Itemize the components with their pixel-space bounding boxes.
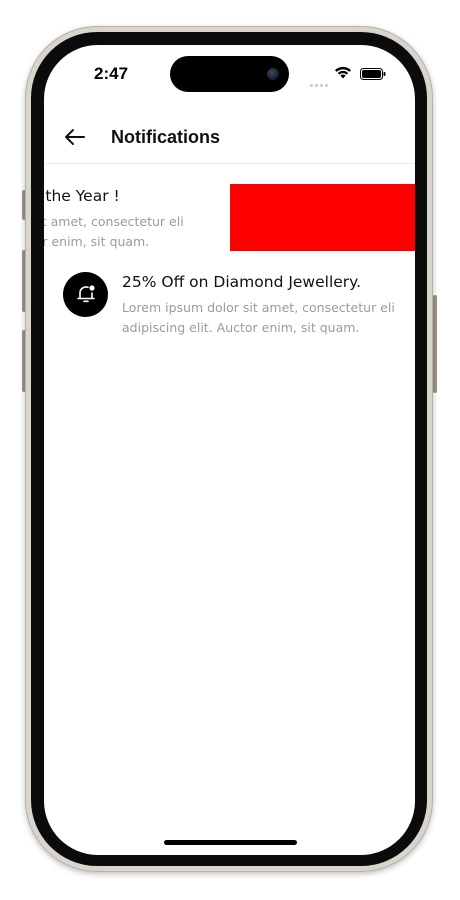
device-mockup: 2:47 Notifications the Year ! t amet, co… xyxy=(0,0,460,900)
notification-item-swiped[interactable]: f the Year ! or sit amet, consectetur el… xyxy=(44,183,415,253)
notification-body: or sit amet, consectetur eli uctor enim,… xyxy=(44,214,184,249)
phone-screen: 2:47 Notifications the Year ! t amet, co… xyxy=(44,45,415,855)
notification-title: f the Year ! xyxy=(44,187,120,205)
arrow-left-icon[interactable] xyxy=(64,128,86,146)
app-header: Notifications xyxy=(44,117,415,163)
notification-text: 25% Off on Diamond Jewellery. Lorem ipsu… xyxy=(122,272,407,338)
notification-body: Lorem ipsum dolor sit amet, consectetur … xyxy=(122,300,395,335)
wifi-icon xyxy=(335,66,351,79)
home-indicator[interactable] xyxy=(164,840,297,845)
signal-icon xyxy=(310,72,330,91)
notification-item[interactable]: 25% Off on Diamond Jewellery. Lorem ipsu… xyxy=(63,269,403,339)
delete-action[interactable] xyxy=(230,184,415,251)
notification-title: 25% Off on Diamond Jewellery. xyxy=(122,273,362,291)
camera-icon xyxy=(267,68,279,80)
notification-avatar xyxy=(63,272,108,317)
battery-icon xyxy=(360,68,386,80)
power-button xyxy=(433,295,437,393)
page-title: Notifications xyxy=(111,127,221,147)
dynamic-island xyxy=(170,56,289,92)
bell-icon xyxy=(77,285,95,303)
header-divider xyxy=(44,163,415,164)
status-time: 2:47 xyxy=(94,64,129,83)
